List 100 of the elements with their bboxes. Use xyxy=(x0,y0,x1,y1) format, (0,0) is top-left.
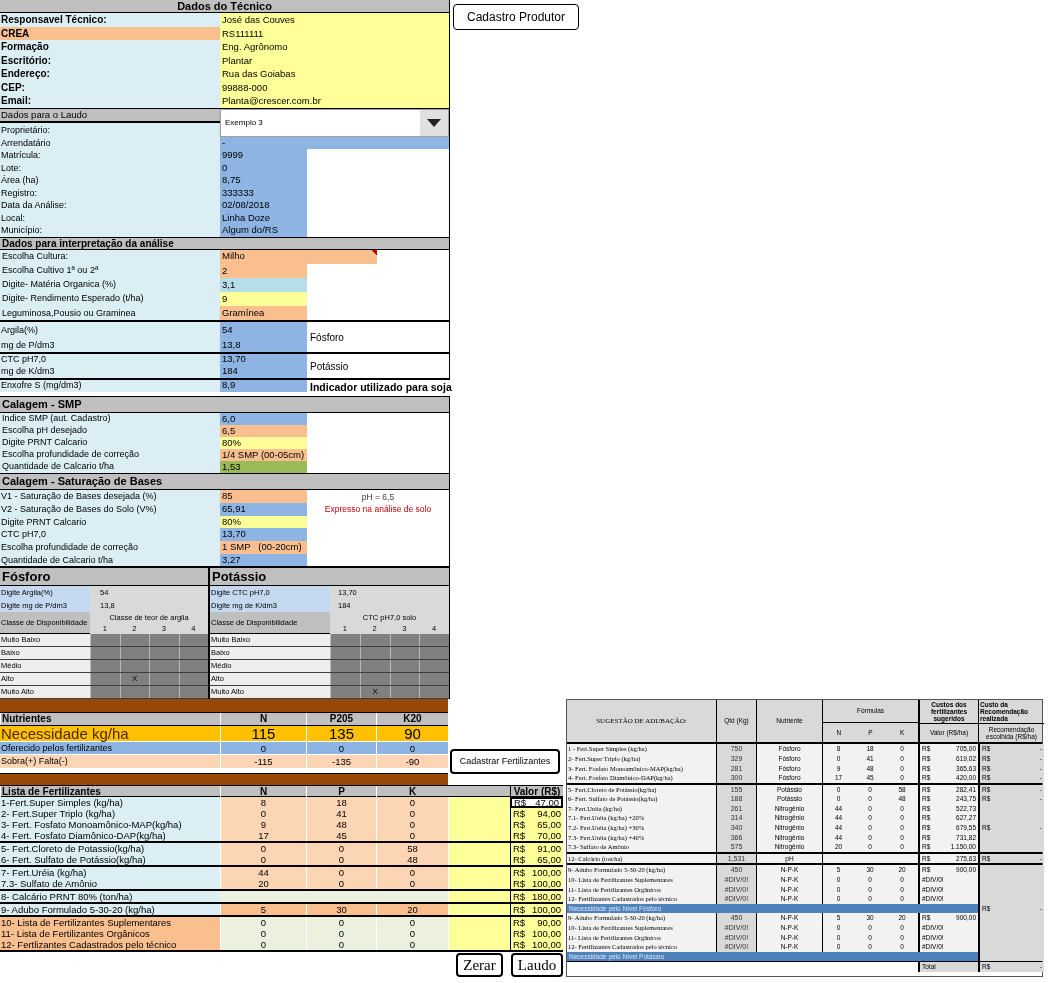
report-button[interactable]: Laudo xyxy=(511,953,563,978)
dropdown[interactable]: Exemplo 3 xyxy=(220,108,449,137)
table-cell: 0 xyxy=(376,819,448,831)
producer-button[interactable]: Cadastro Produtor xyxy=(453,4,579,30)
table-cell: 30 xyxy=(306,904,376,916)
field-label: Município: xyxy=(0,224,220,237)
table-cell: 58 xyxy=(376,843,448,855)
table-cell: 0 xyxy=(220,939,306,951)
field-value: 13,8 xyxy=(220,337,307,353)
table-cell: 0 xyxy=(306,928,376,940)
table-cell: 18 xyxy=(306,797,376,809)
field-value: 13,70 xyxy=(220,354,307,367)
row-label: 2- Fert.Super Triplo (kg/ha) xyxy=(0,808,220,820)
table-cell: 0 xyxy=(376,808,448,820)
row-label: 1-Fert.Super Simples (kg/ha) xyxy=(0,797,220,809)
row-label: 12- Fertlizantes Cadastrados pelo técnico xyxy=(0,939,220,951)
row-label: 8- Calcário PRNT 80% (ton/ha) xyxy=(0,891,220,903)
table-cell: 20 xyxy=(220,878,306,890)
field-label: CTC pH7,0 xyxy=(0,528,220,541)
price-cell[interactable]: R$ 180,00 xyxy=(510,891,563,903)
field-label: Digite- Rendimento Esperado (t/ha) xyxy=(0,292,220,307)
field-label: Escolha profundidade de correção xyxy=(0,449,220,462)
note-text: Expresso na análise de solo xyxy=(324,504,432,515)
table-cell: 0 xyxy=(376,878,448,890)
field-value: 85 xyxy=(220,490,307,503)
note-text: pH = 6,5 xyxy=(361,491,395,502)
row-label: 3- Fert. Fosfato Monoamônico-MAP(kg/ha) xyxy=(0,819,220,831)
row-label: 7- Fert.Uréia (kg/ha) xyxy=(0,867,220,879)
column-header: Nutrientes xyxy=(0,713,220,726)
table-cell: 0 xyxy=(376,928,448,940)
field-value: Eng. Agrônomo xyxy=(220,40,449,54)
caret-icon[interactable] xyxy=(420,109,448,136)
field-label: CTC pH7,0 xyxy=(0,354,220,367)
table-cell: 0 xyxy=(376,797,448,809)
table-cell: 20 xyxy=(376,904,448,916)
field-value: Gramínea xyxy=(220,306,307,321)
column-header: N xyxy=(220,713,306,726)
row-label: Sobra(+) Falta(-) xyxy=(0,755,69,769)
side-label: Potássio xyxy=(309,359,350,374)
price-cell[interactable]: R$ 65,00 xyxy=(510,854,563,866)
reset-button[interactable]: Zerar xyxy=(456,953,503,978)
table-cell: -90 xyxy=(376,755,448,769)
table-cell: 0 xyxy=(306,854,376,866)
field-label: Endereço: xyxy=(0,67,220,81)
class-cell: X xyxy=(119,673,149,686)
field-value: 6,0 xyxy=(220,413,307,426)
table-cell: 48 xyxy=(306,819,376,831)
field-label: Email: xyxy=(0,94,220,108)
row-label: Oferecido pelos fertilizantes xyxy=(0,742,114,756)
field-value: 13,70 xyxy=(220,528,307,541)
table-cell: 0 xyxy=(220,843,306,855)
field-label: mg de P/dm3 xyxy=(0,337,220,353)
field-value: 54 xyxy=(220,322,307,338)
field-label: Digite PRNT Calcario xyxy=(0,437,220,450)
table-cell: 0 xyxy=(220,808,306,820)
register-button[interactable]: Cadastrar Fertilizantes xyxy=(450,749,560,775)
table-cell: 0 xyxy=(306,878,376,890)
price-cell[interactable]: R$ 100,00 xyxy=(510,939,563,951)
field-label: mg de K/dm3 xyxy=(0,366,220,379)
column-header: K20 xyxy=(376,713,448,726)
row-label: 10- Lista de Fertilizantes Suplementares xyxy=(0,917,220,929)
price-cell[interactable]: R$ 70,00 xyxy=(510,830,563,842)
field-label: Matrícula: xyxy=(0,149,220,162)
side-label: Indicador utilizado para soja xyxy=(309,380,453,396)
table-cell: 0 xyxy=(306,939,376,951)
table-cell: 0 xyxy=(306,917,376,929)
field-value: 184 xyxy=(220,366,307,379)
class-cell: X xyxy=(359,686,390,699)
field-label: Leguminosa,Pousio ou Graminea xyxy=(0,306,220,321)
field-label: Quantidade de Calcario t/ha xyxy=(0,461,220,474)
field-label: Formação xyxy=(0,40,220,54)
field-value: 80% xyxy=(220,437,307,450)
row-label: 9- Adubo Formulado 5-30-20 (kg/ha) xyxy=(0,904,220,916)
column-header: P205 xyxy=(306,713,376,726)
price-cell[interactable]: R$ 100,00 xyxy=(510,878,563,890)
field-label: Data da Análise: xyxy=(0,199,220,212)
row-label: 6- Fert. Sulfato de Potássio(kg/ha) xyxy=(0,854,220,866)
field-value: Rua das Goiabas xyxy=(220,67,449,81)
field-value: 1,53 xyxy=(220,461,307,474)
table-cell: 41 xyxy=(306,808,376,820)
table-cell: 0 xyxy=(376,867,448,879)
field-value: Algum do/RS xyxy=(220,224,307,237)
field-value: 9999 xyxy=(220,149,307,162)
row-label: 4- Fert. Fosfato Diamônico-DAP(kg/ha) xyxy=(0,830,220,842)
table-cell: 5 xyxy=(220,904,306,916)
table-cell: 44 xyxy=(220,867,306,879)
table-cell: 0 xyxy=(306,867,376,879)
field-value: 02/08/2018 xyxy=(220,199,307,212)
field-label: Indice SMP (aut. Cadastro) xyxy=(0,413,220,426)
table-cell: -135 xyxy=(306,755,376,769)
row-label: 5- Fert.Cloreto de Potassio(kg/ha) xyxy=(0,843,220,855)
row-label: 11- Lista de Fertilizantes Orgânicos xyxy=(0,928,220,940)
table-cell: 0 xyxy=(376,917,448,929)
panel-title: Potássio xyxy=(210,568,449,587)
table-cell: 0 xyxy=(220,928,306,940)
table-cell: 0 xyxy=(220,854,306,866)
table-cell: 0 xyxy=(306,843,376,855)
price-cell[interactable]: R$ 100,00 xyxy=(510,904,563,916)
field-value: 8,9 xyxy=(220,380,307,393)
table-cell: 45 xyxy=(306,830,376,842)
